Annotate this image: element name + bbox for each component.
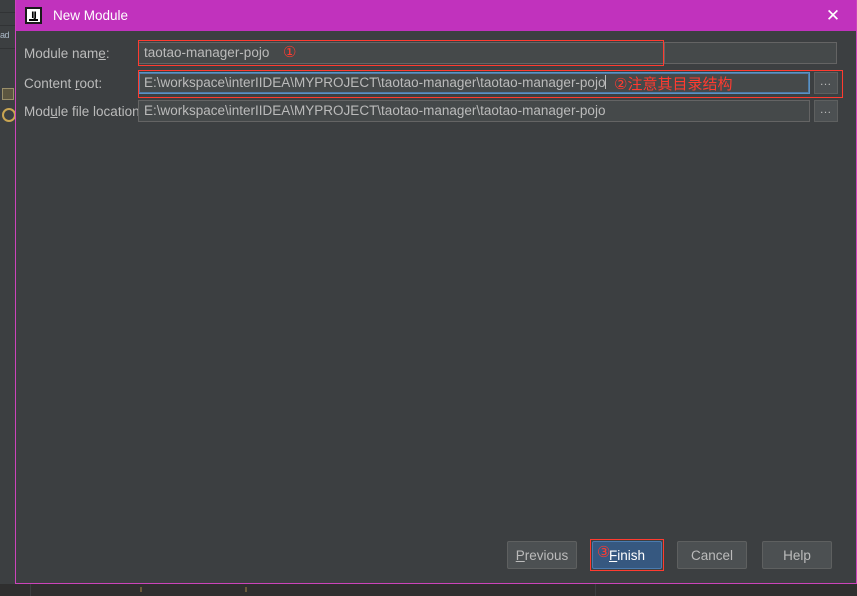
strip-divider xyxy=(0,25,15,26)
new-module-dialog: IJ New Module ✕ Module name: taotao-mana… xyxy=(15,0,857,584)
text-caret xyxy=(605,75,607,89)
finish-button[interactable]: Finish xyxy=(592,541,662,569)
form-row-module-name: Module name: taotao-manager-pojo xyxy=(16,42,856,66)
content-root-browse-button[interactable]: … xyxy=(814,72,838,94)
cancel-button[interactable]: Cancel xyxy=(677,541,747,569)
ide-bottom-tick xyxy=(140,587,142,592)
module-file-location-input[interactable]: E:\workspace\interIIDEA\MYPROJECT\taotao… xyxy=(138,100,810,122)
dialog-title: New Module xyxy=(53,8,129,23)
strip-divider xyxy=(0,48,15,49)
form-row-module-file-location: Module file location: E:\workspace\inter… xyxy=(16,100,856,124)
ide-bottom-divider xyxy=(595,584,596,596)
intellij-idea-icon: IJ xyxy=(25,7,42,24)
ide-bottom-bar xyxy=(0,584,857,596)
orange-dot-icon xyxy=(2,108,16,122)
module-folder-icon xyxy=(2,88,14,100)
form-row-content-root: Content root: E:\workspace\interIIDEA\MY… xyxy=(16,72,856,96)
help-button[interactable]: Help xyxy=(762,541,832,569)
close-icon[interactable]: ✕ xyxy=(810,0,856,31)
ide-bottom-tick xyxy=(245,587,247,592)
module-name-right-panel xyxy=(664,42,837,64)
dialog-titlebar: IJ New Module ✕ xyxy=(16,0,856,31)
content-root-input[interactable]: E:\workspace\interIIDEA\MYPROJECT\taotao… xyxy=(138,72,810,94)
ide-bottom-divider xyxy=(30,584,31,596)
strip-divider xyxy=(0,12,15,13)
dialog-button-bar: Previous Finish Cancel Help ③ xyxy=(16,539,856,571)
module-file-location-browse-button[interactable]: … xyxy=(814,100,838,122)
strip-text: ad xyxy=(0,30,10,40)
module-name-label: Module name: xyxy=(24,46,110,61)
ide-left-strip: ad xyxy=(0,0,16,596)
previous-button[interactable]: Previous xyxy=(507,541,577,569)
dialog-form: Module name: taotao-manager-pojo Content… xyxy=(16,31,856,583)
module-file-location-label: Module file location: xyxy=(24,104,144,119)
content-root-label: Content root: xyxy=(24,76,103,91)
